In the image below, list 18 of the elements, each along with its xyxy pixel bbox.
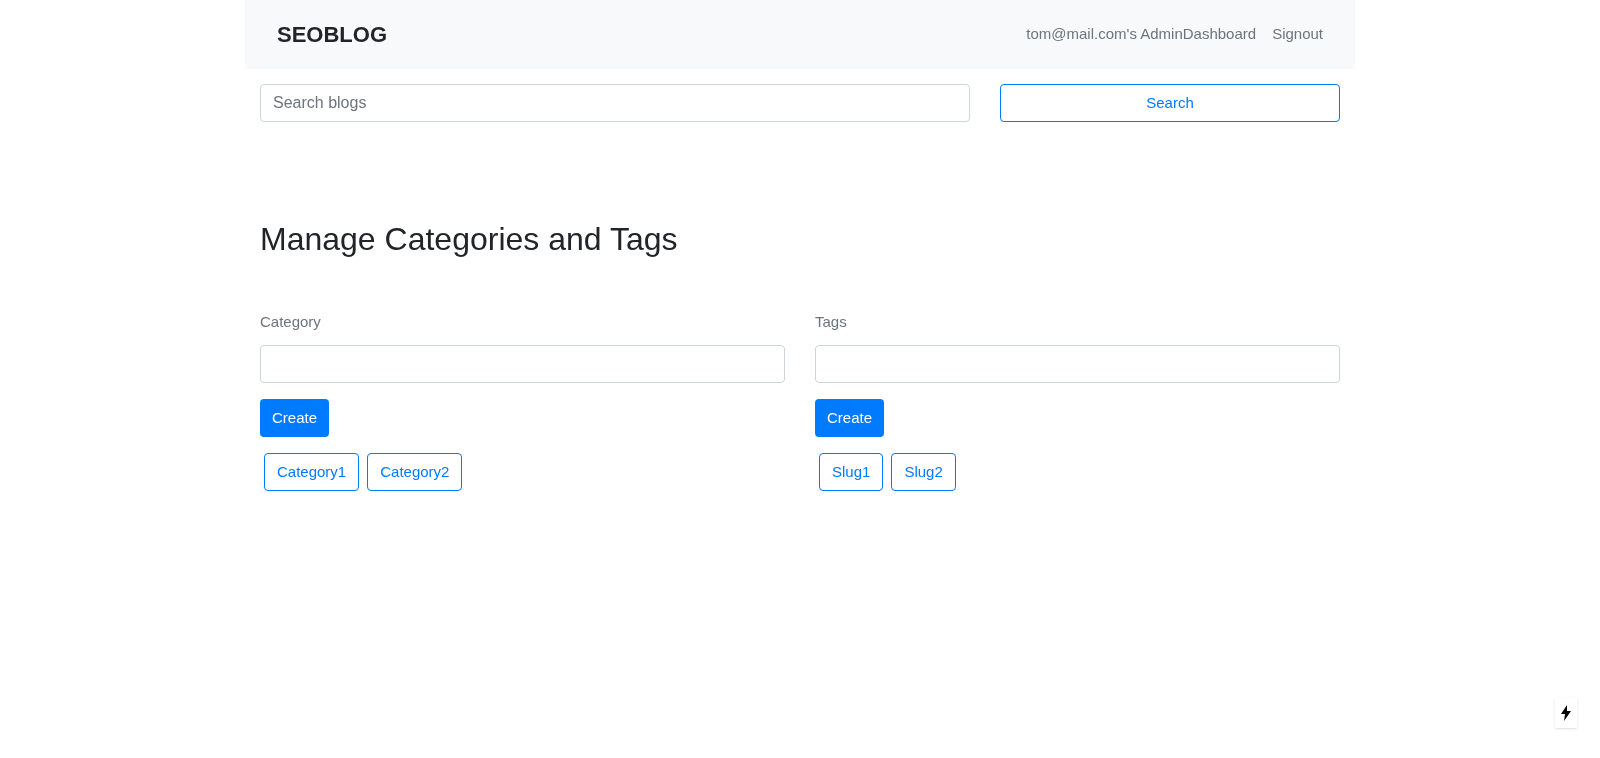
create-button[interactable]: Create [815,399,885,437]
brand-logo[interactable]: SEOBLOG [277,18,387,51]
field-label: Category [260,312,322,332]
field-label: Tags [815,312,848,332]
nav-link[interactable]: tom@mail.com's AdminDashboard [1026,23,1257,46]
activity-indicator[interactable] [1555,698,1577,728]
item-button[interactable]: Slug1 [819,453,884,491]
create-button[interactable]: Create [260,399,330,437]
search-field[interactable]: Search blogs [260,84,970,122]
input-field[interactable] [260,345,785,383]
item-button[interactable]: Slug2 [891,453,956,491]
lightning-icon [1561,705,1571,721]
search-button[interactable]: Search [1000,84,1340,122]
nav-link[interactable]: Signout [1272,23,1323,46]
item-button[interactable]: Category2 [367,453,463,491]
input-field[interactable] [815,345,1340,383]
item-button[interactable]: Category1 [264,453,360,491]
page-heading: Manage Categories and Tags [259,220,679,259]
